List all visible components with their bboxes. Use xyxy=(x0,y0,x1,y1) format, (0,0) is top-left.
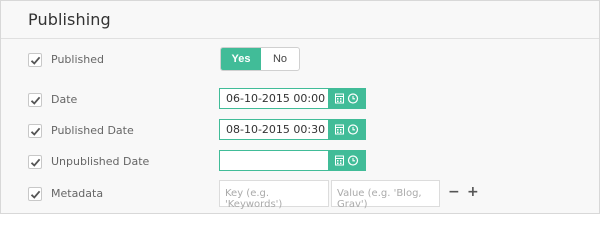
check-icon xyxy=(30,190,41,199)
clock-icon xyxy=(347,93,359,104)
unpublished-date-label: Unpublished Date xyxy=(51,155,150,168)
published-toggle[interactable]: Yes No xyxy=(220,47,300,71)
published-date-input[interactable]: 08-10-2015 00:30 xyxy=(219,119,329,140)
metadata-remove-button[interactable]: − xyxy=(448,184,460,200)
panel-header: Publishing xyxy=(1,1,599,39)
metadata-label: Metadata xyxy=(51,187,104,200)
unpublished-date-row: Unpublished Date xyxy=(1,148,599,176)
unpublished-date-checkbox[interactable] xyxy=(28,155,42,169)
calendar-icon xyxy=(335,155,344,166)
published-yes-button[interactable]: Yes xyxy=(221,48,261,70)
published-label: Published xyxy=(51,53,104,66)
published-row: Published Yes No xyxy=(1,46,599,74)
check-icon xyxy=(30,96,41,105)
metadata-checkbox[interactable] xyxy=(28,187,42,201)
unpublished-date-picker-button[interactable] xyxy=(328,150,366,171)
published-date-picker-button[interactable] xyxy=(328,119,366,140)
clock-icon xyxy=(347,124,359,135)
check-icon xyxy=(30,56,41,65)
date-label: Date xyxy=(51,93,78,106)
date-row: Date 06-10-2015 00:00 xyxy=(1,86,599,114)
check-icon xyxy=(30,127,41,136)
calendar-icon xyxy=(335,124,344,135)
metadata-key-input[interactable]: Key (e.g. 'Keywords') xyxy=(219,180,329,210)
publishing-panel: Publishing Published Yes No Date 06-10-2… xyxy=(0,0,600,214)
published-checkbox[interactable] xyxy=(28,53,42,67)
date-checkbox[interactable] xyxy=(28,93,42,107)
metadata-add-button[interactable]: + xyxy=(467,184,479,200)
date-input[interactable]: 06-10-2015 00:00 xyxy=(219,88,329,109)
published-date-label: Published Date xyxy=(51,124,134,137)
published-date-checkbox[interactable] xyxy=(28,124,42,138)
date-picker-button[interactable] xyxy=(328,88,366,109)
calendar-icon xyxy=(335,93,344,104)
clock-icon xyxy=(347,155,359,166)
check-icon xyxy=(30,158,41,167)
unpublished-date-input[interactable] xyxy=(219,150,329,171)
metadata-value-input[interactable]: Value (e.g. 'Blog, Grav') xyxy=(331,180,440,210)
panel-title: Publishing xyxy=(28,10,111,29)
published-no-button[interactable]: No xyxy=(261,48,299,70)
published-date-row: Published Date 08-10-2015 00:30 xyxy=(1,117,599,145)
metadata-row: Metadata Key (e.g. 'Keywords') Value (e.… xyxy=(1,180,599,210)
